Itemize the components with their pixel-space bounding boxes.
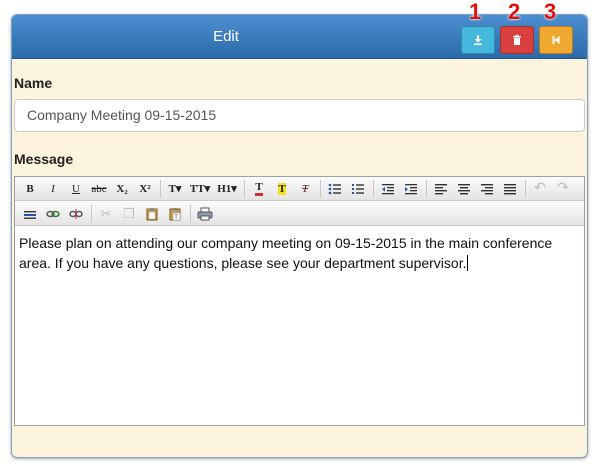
download-icon [474,35,482,46]
callout-2: 2 [508,0,521,24]
copy-icon[interactable]: ❐ [118,204,140,224]
link-icon[interactable] [42,204,64,224]
align-right-icon[interactable] [476,179,498,199]
numbered-list-icon[interactable] [347,179,369,199]
italic-icon[interactable]: I [42,179,64,199]
message-label: Message [14,151,74,167]
editor-toolbar-row-1: B I U abc X₂ X² T▾ TT▾ H1▾ T T T ↶ ↷ [15,177,584,201]
justify-icon[interactable] [499,179,521,199]
redo-icon[interactable]: ↷ [552,179,574,199]
bold-icon[interactable]: B [19,179,41,199]
outdent-glyph [382,183,394,194]
panel-title: Edit [213,28,239,45]
message-editor: B I U abc X₂ X² T▾ TT▾ H1▾ T T T ↶ ↷ ✂ ❐… [14,176,585,426]
underline-icon[interactable]: U [65,179,87,199]
edit-panel: Edit Name Company Meeting 09-15-2015 Mes… [11,14,588,458]
superscript-icon[interactable]: X² [134,179,156,199]
align-center-icon[interactable] [453,179,475,199]
toolbar-divider [244,179,245,198]
align-right-glyph [481,183,493,194]
name-label: Name [14,75,53,91]
callout-3: 3 [544,0,557,24]
trash-icon [513,34,521,45]
numbered-list-glyph [352,183,364,194]
horizontal-rule-glyph [24,210,36,219]
name-input[interactable]: Company Meeting 09-15-2015 [14,99,585,132]
toolbar-divider [373,179,374,198]
toolbar-divider [426,179,427,198]
outdent-icon[interactable] [377,179,399,199]
paste-icon[interactable] [141,204,163,224]
cut-icon[interactable]: ✂ [95,204,117,224]
font-family-icon[interactable]: T▾ [164,179,186,199]
toolbar-divider [525,179,526,198]
paste-glyph [146,207,158,220]
print-glyph [197,207,213,220]
delete-button[interactable] [500,26,534,54]
heading-icon[interactable]: H1▾ [214,179,240,199]
link-glyph [46,210,60,217]
bullet-list-icon[interactable] [324,179,346,199]
indent-glyph [405,183,417,194]
align-left-icon[interactable] [430,179,452,199]
print-icon[interactable] [194,204,216,224]
font-size-icon[interactable]: TT▾ [187,179,213,199]
toolbar-divider [190,204,191,223]
unlink-glyph [69,208,83,219]
horizontal-rule-icon[interactable] [19,204,41,224]
text-caret [466,255,468,271]
message-body[interactable]: Please plan on attending our company mee… [19,233,574,273]
paste-text-icon[interactable]: T [164,204,186,224]
svg-text:T: T [174,215,178,221]
highlight-icon[interactable]: T [271,179,293,199]
toolbar-divider [160,179,161,198]
callout-1: 1 [469,0,482,24]
toolbar-divider [320,179,321,198]
align-center-glyph [458,183,470,194]
back-button[interactable] [539,26,573,54]
editor-toolbar-row-2: ✂ ❐ T [15,202,584,226]
undo-icon[interactable]: ↶ [529,179,551,199]
clear-format-icon[interactable]: T [294,179,316,199]
text-color-icon[interactable]: T [248,179,270,199]
subscript-icon[interactable]: X₂ [111,179,133,199]
panel-header: Edit [12,15,587,59]
unlink-icon[interactable] [65,204,87,224]
toolbar-divider [91,204,92,223]
align-left-glyph [435,183,447,194]
skip-back-icon [552,36,560,44]
message-text: Please plan on attending our company mee… [19,235,553,271]
paste-text-glyph: T [169,207,181,221]
strikethrough-icon[interactable]: abc [88,179,110,199]
indent-icon[interactable] [400,179,422,199]
save-button[interactable] [461,26,495,54]
bullet-list-glyph [328,183,341,194]
justify-glyph [504,183,516,194]
